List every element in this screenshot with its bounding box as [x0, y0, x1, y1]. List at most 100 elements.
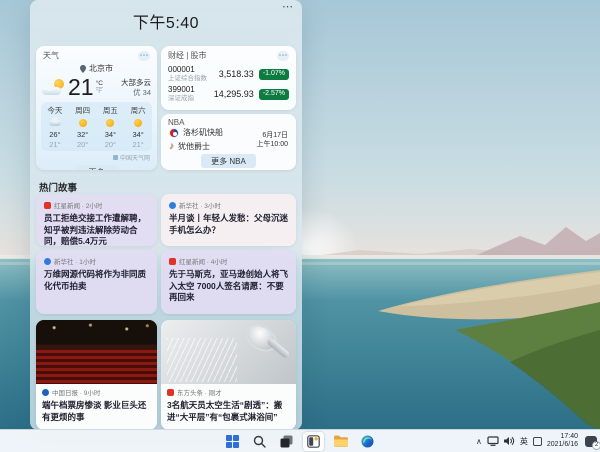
tray-clock[interactable]: 17:40 2021/6/16 — [547, 433, 578, 450]
weather-condition: 大部多云 — [121, 78, 151, 87]
weather-temperature: 21 — [68, 76, 94, 99]
nba-team-row: 洛杉矶快船 — [169, 127, 223, 138]
news-source-icon — [44, 258, 51, 265]
news-meta: 东方头条 · 刚才 — [177, 387, 222, 397]
news-source-icon — [169, 202, 176, 209]
sunny-icon — [79, 119, 87, 127]
stock-name: 深证成指 — [168, 94, 195, 103]
weather-aqi: 优 34 — [133, 88, 151, 97]
nba-widget[interactable]: NBA 洛杉矶快船 ♪ 犹他爵士 6月17日 上午10:00 — [161, 114, 296, 170]
ime-mode-icon[interactable] — [533, 437, 542, 446]
nba-game-time: 上午10:00 — [256, 141, 288, 148]
news-meta: 中国日报 · 9小时 — [52, 387, 100, 397]
finance-title: 财经 | 股市 — [168, 50, 207, 61]
weather-title: 天气 — [43, 50, 59, 61]
news-card[interactable]: 红星新闻 · 4小时 先于马斯克，亚马逊创始人将飞入太空 7000人签名请愿：不… — [161, 250, 296, 314]
news-headline: 3名航天员太空生活“剧透”：搬进“大平层”有“包裹式淋浴间” — [167, 400, 290, 423]
news-card[interactable]: 红星新闻 · 2小时 员工拒绝交接工作遭解聘，知乎被判违法解除劳动合同，赔偿5.… — [36, 194, 157, 246]
unit-fahrenheit: °F — [96, 87, 103, 95]
task-view-button[interactable] — [276, 432, 297, 451]
tray-time: 17:40 — [560, 433, 578, 440]
sunny-icon — [106, 119, 114, 127]
nba-title: NBA — [168, 118, 184, 127]
news-image-card[interactable]: 东方头条 · 刚才 3名航天员太空生活“剧透”：搬进“大平层”有“包裹式淋浴间” — [161, 320, 296, 430]
news-source-icon — [167, 389, 174, 396]
news-headline: 半月谈丨年轻人发愁：父母沉迷手机怎么办？ — [169, 213, 288, 236]
start-button[interactable] — [222, 432, 243, 451]
news-headline: 端午档票房惨淡 影业巨头还有更烦的事 — [42, 400, 151, 423]
forecast-day[interactable]: 周六 34° 21° — [124, 105, 152, 149]
file-explorer-button[interactable] — [330, 432, 351, 451]
shower-thumbnail-image — [161, 320, 296, 384]
location-pin-icon — [80, 65, 86, 73]
news-headline: 万维网源代码将作为非同质化代币拍卖 — [44, 269, 149, 292]
stock-value: 14,295.93 — [214, 89, 254, 99]
weather-condition-icon — [42, 79, 66, 96]
news-source-icon — [169, 258, 176, 265]
finance-widget[interactable]: 财经 | 股市 ⋯ 000001 上证综合指数 3,518.33 -1.07% … — [161, 46, 296, 110]
news-meta: 新华社 · 1小时 — [54, 256, 96, 266]
weather-more-button[interactable]: 更多 — [76, 165, 118, 170]
weather-location-row[interactable]: 北京市 — [36, 63, 157, 74]
windows-logo-icon — [226, 435, 239, 448]
clippers-logo-icon — [169, 128, 179, 138]
forecast-day[interactable]: 周四 32° 20° — [69, 105, 97, 149]
panel-time-header: 下午5:40 — [30, 9, 302, 33]
stock-value: 3,518.33 — [219, 69, 254, 79]
cloudy-icon — [49, 120, 61, 126]
edge-button[interactable] — [357, 432, 378, 451]
weather-widget[interactable]: 天气 ⋯ 北京市 21 °C °F 大部多云 优 34 — [36, 46, 157, 170]
news-source-icon — [42, 389, 49, 396]
notification-center-button[interactable]: 2 — [585, 436, 597, 447]
forecast-day[interactable]: 今天 26° 21° — [41, 105, 69, 149]
widgets-button[interactable] — [303, 432, 324, 451]
network-icon[interactable] — [487, 436, 499, 446]
news-headline: 员工拒绝交接工作遭解聘，知乎被判违法解除劳动合同，赔偿5.4万元 — [44, 213, 149, 248]
stock-change-badge: -1.07% — [259, 69, 289, 80]
volume-icon[interactable] — [504, 436, 515, 446]
stock-row[interactable]: 399001 深证成指 14,295.93 -2.57% — [161, 83, 296, 103]
nba-team-name: 犹他爵士 — [178, 141, 210, 152]
news-source-icon — [44, 202, 51, 209]
widgets-panel: ⋯ 下午5:40 天气 ⋯ 北京市 21 °C °F 大部多云 优 — [30, 0, 302, 430]
cinema-thumbnail-image — [36, 320, 157, 384]
stock-code: 399001 — [168, 85, 195, 94]
nba-game-date: 6月17日 — [262, 132, 288, 139]
task-view-icon — [280, 435, 293, 448]
nba-team-row: ♪ 犹他爵士 — [169, 141, 223, 152]
desktop[interactable]: ⋯ 下午5:40 天气 ⋯ 北京市 21 °C °F 大部多云 优 — [0, 0, 600, 452]
finance-more-options-icon[interactable]: ⋯ — [277, 51, 289, 61]
nba-team-name: 洛杉矶快船 — [183, 127, 223, 138]
tray-date: 2021/6/16 — [547, 441, 578, 448]
news-meta: 新华社 · 3小时 — [179, 200, 221, 210]
taskbar: ∧ 英 17:40 2021/6/16 2 — [0, 429, 600, 452]
file-explorer-icon — [334, 435, 348, 447]
news-card[interactable]: 新华社 · 3小时 半月谈丨年轻人发愁：父母沉迷手机怎么办？ — [161, 194, 296, 246]
nba-more-button[interactable]: 更多 NBA — [201, 154, 256, 168]
unit-celsius: °C — [96, 80, 103, 87]
news-section-header: 热门故事 — [39, 180, 77, 194]
stock-change-badge: -2.57% — [259, 89, 289, 100]
news-meta: 红星新闻 · 2小时 — [54, 200, 102, 210]
stock-name: 上证综合指数 — [168, 74, 207, 83]
news-image-card[interactable]: 中国日报 · 9小时 端午档票房惨淡 影业巨头还有更烦的事 — [36, 320, 157, 430]
temperature-unit-toggle[interactable]: °C °F — [96, 80, 103, 95]
news-headline: 先于马斯克，亚马逊创始人将飞入太空 7000人签名请愿：不要再回来 — [169, 269, 288, 304]
news-meta: 红星新闻 · 4小时 — [179, 256, 227, 266]
sunny-icon — [134, 119, 142, 127]
search-button[interactable] — [249, 432, 270, 451]
stock-row[interactable]: 000001 上证综合指数 3,518.33 -1.07% — [161, 63, 296, 83]
tray-chevron-up-icon[interactable]: ∧ — [476, 437, 482, 446]
ime-language-indicator[interactable]: 英 — [520, 436, 528, 447]
stock-code: 000001 — [168, 65, 207, 74]
jazz-logo-icon: ♪ — [169, 142, 174, 152]
weather-more-options-icon[interactable]: ⋯ — [138, 51, 150, 61]
weather-provider-icon — [113, 155, 118, 160]
weather-attribution: 中国天气网 — [120, 153, 150, 162]
weather-location: 北京市 — [89, 63, 113, 74]
news-card[interactable]: 新华社 · 1小时 万维网源代码将作为非同质化代币拍卖 — [36, 250, 157, 314]
forecast-day[interactable]: 周五 34° 20° — [97, 105, 125, 149]
weather-forecast: 今天 26° 21° 周四 32° 20° 周五 34° 20° — [41, 102, 152, 151]
widgets-icon — [307, 435, 320, 448]
search-icon — [253, 435, 266, 448]
